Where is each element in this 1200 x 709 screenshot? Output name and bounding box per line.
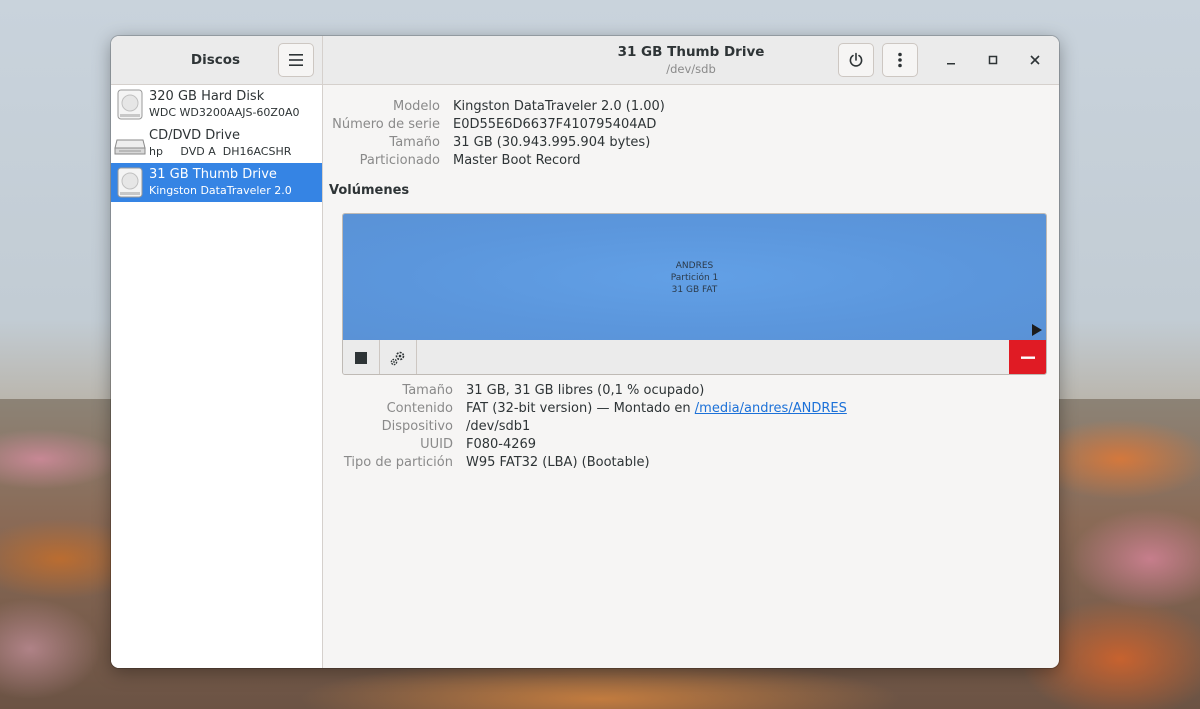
main-menu-button[interactable]: [278, 43, 314, 77]
disk-model: WDC WD3200AAJS-60Z0A0: [149, 106, 300, 119]
drive-details: Modelo Kingston DataTraveler 2.0 (1.00) …: [323, 85, 1059, 668]
volume-size-value: 31 GB, 31 GB libres (0,1 % ocupado): [466, 383, 705, 398]
maximize-button[interactable]: [983, 50, 1003, 70]
disk-list: 320 GB Hard Disk WDC WD3200AAJS-60Z0A0 C…: [111, 85, 323, 668]
partitioning-value: Master Boot Record: [453, 153, 581, 168]
partition-options-button[interactable]: [380, 340, 417, 374]
disk-item-thumb-drive[interactable]: 31 GB Thumb Drive Kingston DataTraveler …: [111, 163, 322, 202]
partitioning-label: Particionado: [359, 153, 440, 168]
uuid-label: UUID: [420, 437, 453, 452]
usb-drive-icon: [117, 167, 143, 198]
power-icon: [849, 52, 863, 67]
hard-disk-icon: [117, 89, 143, 120]
partition-number: Partición 1: [670, 273, 719, 283]
partition-name: ANDRES: [675, 261, 714, 271]
mounted-indicator-icon: [1032, 324, 1042, 336]
disks-window: Discos 31 GB Thumb Drive /dev/sdb 320 GB…: [111, 36, 1059, 668]
minimize-button[interactable]: [941, 50, 961, 70]
size-label: Tamaño: [389, 135, 440, 150]
minus-icon: [1020, 356, 1035, 359]
close-icon: [1030, 55, 1040, 65]
stop-icon: [355, 351, 367, 364]
device-value: /dev/sdb1: [466, 419, 531, 434]
drive-menu-button[interactable]: [882, 43, 918, 77]
device-label: Dispositivo: [381, 419, 453, 434]
mount-point-link[interactable]: /media/andres/ANDRES: [695, 401, 847, 416]
sidebar-header: Discos: [111, 36, 323, 85]
content-label: Contenido: [386, 401, 453, 416]
disk-name: 320 GB Hard Disk: [149, 89, 265, 104]
header-bar: 31 GB Thumb Drive /dev/sdb: [323, 36, 1059, 85]
gears-icon: [390, 351, 405, 365]
partition-type-label: Tipo de partición: [343, 455, 453, 470]
close-button[interactable]: [1025, 50, 1045, 70]
partition-type-value: W95 FAT32 (LBA) (Bootable): [466, 455, 650, 470]
vertical-dots-icon: [898, 52, 902, 68]
volume-size-label: Tamaño: [402, 383, 453, 398]
size-value: 31 GB (30.943.995.904 bytes): [453, 135, 651, 150]
optical-drive-icon: [114, 139, 146, 155]
content-value: FAT (32-bit version) — Montado en /media…: [466, 401, 847, 416]
disk-name: 31 GB Thumb Drive: [149, 167, 277, 182]
serial-value: E0D55E6D6637F410795404AD: [453, 117, 657, 132]
model-value: Kingston DataTraveler 2.0 (1.00): [453, 99, 665, 114]
volumes-heading: Volúmenes: [329, 183, 410, 198]
partition-size: 31 GB FAT: [671, 285, 718, 295]
volume-toolbar: [343, 340, 1046, 374]
minimize-icon: [947, 63, 955, 65]
power-off-button[interactable]: [838, 43, 874, 77]
disk-model: Kingston DataTraveler 2.0: [149, 184, 292, 197]
serial-label: Número de serie: [332, 117, 440, 132]
uuid-value: F080-4269: [466, 437, 537, 452]
delete-partition-button[interactable]: [1009, 340, 1046, 374]
model-label: Modelo: [393, 99, 440, 114]
volume-map: ANDRES Partición 1 31 GB FAT: [342, 213, 1047, 375]
partition-label: ANDRES Partición 1 31 GB FAT: [343, 260, 1046, 296]
maximize-icon: [988, 55, 998, 65]
disk-name: CD/DVD Drive: [149, 128, 240, 143]
disk-model: hp DVD A DH16ACSHR: [149, 145, 292, 158]
disk-item-hard-disk[interactable]: 320 GB Hard Disk WDC WD3200AAJS-60Z0A0: [111, 85, 322, 124]
unmount-button[interactable]: [343, 340, 380, 374]
hamburger-icon: [289, 54, 303, 66]
disk-item-optical-drive[interactable]: CD/DVD Drive hp DVD A DH16ACSHR: [111, 124, 322, 163]
partition-1-block[interactable]: ANDRES Partición 1 31 GB FAT: [343, 214, 1046, 341]
content-text: FAT (32-bit version) — Montado en: [466, 401, 695, 416]
